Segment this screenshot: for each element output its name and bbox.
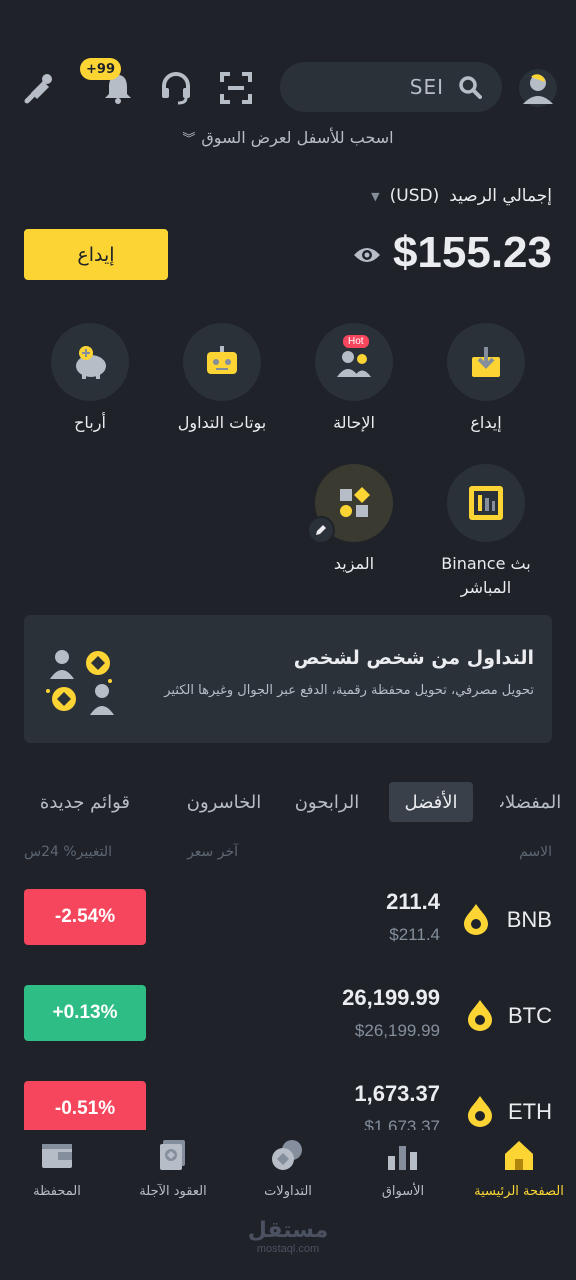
tab-top-label: الأفضل (404, 791, 458, 813)
last-price-usd: $26,199.99 (354, 1021, 440, 1040)
nav-futures-label: العقود الآجلة (139, 1184, 207, 1199)
nav-markets-label: الأسواق (381, 1184, 425, 1199)
caret-down-icon: ▼ (371, 189, 380, 203)
tab-favorites-label: المفضلات (500, 791, 562, 813)
eye-icon[interactable] (352, 244, 382, 270)
tab-top[interactable]: الأفضل (389, 782, 473, 822)
p2p-illustration-icon (46, 650, 114, 715)
btc-coin-icon (468, 1000, 492, 1031)
p2p-title: التداول من شخص لشخص (293, 647, 534, 669)
shortcut-more[interactable]: المزيد (289, 464, 419, 576)
p2p-subtitle: تحويل مصرفي، تحويل محفظة رقمية، الدفع عب… (164, 683, 534, 698)
futures-icon (160, 1140, 185, 1170)
last-price-usd: $211.4 (389, 925, 440, 944)
shortcut-deposit[interactable]: إيداع (421, 323, 551, 435)
deposit-icon (472, 347, 500, 377)
last-price: 211.4 (386, 889, 440, 914)
nav-wallet[interactable]: المحفظة (2, 1138, 112, 1199)
tab-losers[interactable]: الخاسرون (166, 782, 282, 822)
deposit-button[interactable]: إيداع (24, 229, 168, 280)
live-shortcut-circle (447, 464, 525, 542)
nav-trades-label: التداولات (264, 1184, 312, 1199)
column-header-name[interactable]: الاسم (519, 844, 552, 860)
tab-losers-label: الخاسرون (186, 791, 262, 813)
change-badge[interactable]: -2.54% (24, 889, 146, 945)
p2p-banner[interactable]: التداول من شخص لشخص تحويل مصرفي، تحويل م… (24, 615, 552, 743)
referral-icon (337, 351, 371, 377)
last-price: 1,673.37 (354, 1081, 440, 1106)
nav-futures[interactable]: العقود الآجلة (118, 1138, 228, 1199)
balance-amount: $155.23 (392, 228, 552, 277)
tab-gainers-label: الرابحون (294, 791, 360, 813)
shortcut-binance-live[interactable]: بث Binance المباشر (421, 464, 551, 600)
search-icon (459, 76, 482, 99)
change-badge[interactable]: +0.13% (24, 985, 146, 1041)
markets-icon (388, 1146, 417, 1170)
market-row-bnb[interactable]: -2.54% 211.4 $211.4 BNB (0, 889, 576, 949)
balance-label[interactable]: إجمالي الرصيد (USD) ▼ (371, 186, 552, 206)
coin-symbol: BTC (508, 1003, 552, 1028)
scan-icon[interactable] (216, 68, 256, 108)
coin-symbol: BNB (506, 907, 552, 932)
tab-favorites[interactable]: المفضلات (500, 782, 576, 822)
top-bar: +99 SEI (0, 58, 576, 118)
watermark-arabic: مستقل (247, 1218, 329, 1243)
shortcut-deposit-label: إيداع (470, 413, 502, 432)
search-bar[interactable]: SEI (280, 62, 502, 112)
balance-label-text: إجمالي الرصيد (449, 186, 552, 206)
tab-new-listings-label: قوائم جديدة (39, 791, 130, 813)
coin-symbol: ETH (508, 1099, 552, 1124)
support-headset-icon[interactable] (156, 68, 196, 108)
shortcut-earn[interactable]: أرباح (25, 323, 155, 435)
nav-wallet-label: المحفظة (33, 1184, 81, 1199)
nav-home-label: الصفحة الرئيسية (474, 1184, 564, 1199)
notification-badge: +99 (80, 58, 121, 80)
last-price: 26,199.99 (342, 985, 440, 1010)
double-chevron-down-icon: ︾ (182, 132, 196, 147)
live-icon (469, 486, 503, 520)
shortcut-bots-label: بوتات التداول (177, 413, 267, 432)
avatar[interactable] (516, 66, 560, 110)
tab-new-listings[interactable]: قوائم جديدة (0, 782, 136, 822)
nav-home[interactable]: الصفحة الرئيسية (464, 1138, 574, 1199)
more-shortcut-circle (307, 464, 393, 544)
change-badge[interactable]: -0.51% (24, 1081, 146, 1137)
nav-trades[interactable]: التداولات (233, 1138, 343, 1199)
market-row-btc[interactable]: +0.13% 26,199.99 $26,199.99 BTC (0, 985, 576, 1045)
shortcut-live-label: بث Binance المباشر (441, 554, 531, 597)
bnb-coin-icon (464, 904, 488, 935)
shortcut-referral[interactable]: Hot الإحالة (289, 323, 419, 435)
tab-gainers[interactable]: الرابحون (280, 782, 374, 822)
referral-shortcut-circle: Hot (315, 323, 393, 401)
shortcut-referral-label: الإحالة (333, 413, 375, 432)
wallet-icon (42, 1144, 72, 1168)
bottom-nav: الصفحة الرئيسية الأسواق التداولات العقود… (0, 1130, 576, 1280)
shortcut-more-label: المزيد (333, 554, 375, 573)
binance-pay-icon[interactable] (20, 68, 60, 108)
column-header-change[interactable]: التغيير% 24س (24, 844, 112, 860)
more-icon (340, 487, 370, 517)
pull-hint-text: اسحب للأسفل لعرض السوق (201, 128, 394, 147)
robot-icon (207, 346, 237, 374)
trades-icon (272, 1140, 302, 1170)
home-icon (505, 1141, 533, 1170)
edit-pencil-icon[interactable] (307, 516, 335, 544)
bots-shortcut-circle (183, 323, 261, 401)
earn-shortcut-circle (51, 323, 129, 401)
eth-coin-icon (468, 1096, 492, 1127)
market-tabs: المفضلات الأفضل الرابحون الخاسرون قوائم … (0, 782, 576, 822)
hot-badge: Hot (343, 335, 369, 348)
deposit-shortcut-circle (447, 323, 525, 401)
search-input[interactable]: SEI (410, 75, 444, 99)
shortcut-trading-bots[interactable]: بوتات التداول (157, 323, 287, 435)
pull-down-hint: اسحب للأسفل لعرض السوق ︾ (0, 128, 576, 147)
mostaql-watermark: مستقل mostaql.com (0, 1218, 576, 1255)
column-header-last-price[interactable]: آخر سعر (187, 844, 238, 860)
piggy-bank-icon (76, 346, 106, 379)
balance-currency: (USD) (389, 186, 440, 206)
nav-markets[interactable]: الأسواق (348, 1138, 458, 1199)
shortcut-earn-label: أرباح (74, 413, 106, 432)
watermark-latin: mostaql.com (256, 1243, 320, 1255)
